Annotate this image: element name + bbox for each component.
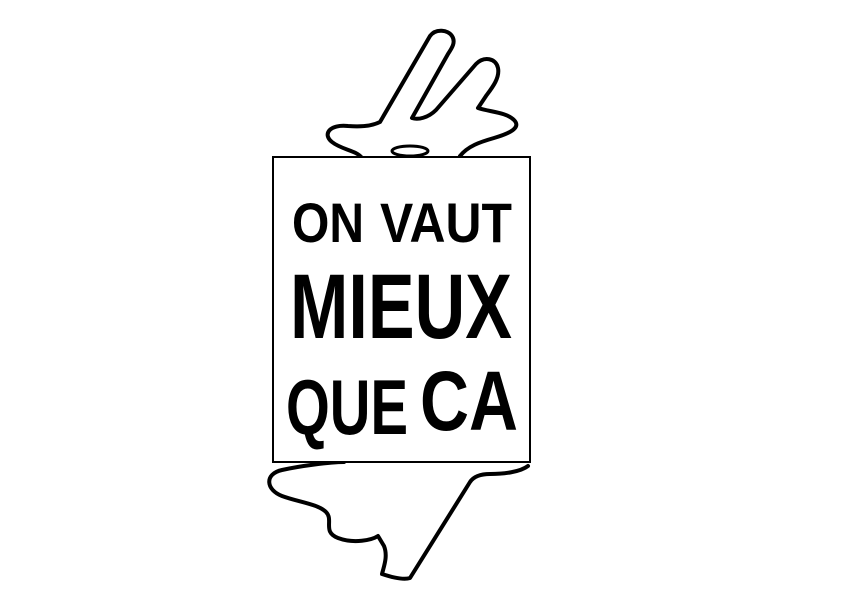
canvas: ON VAUT MIEUX QUE CA [0, 0, 842, 616]
slogan-word-on: ON [292, 191, 364, 254]
logo-notch [390, 144, 430, 158]
slogan-word-ca: CA [420, 354, 518, 448]
slogan-word-que: QUE [286, 363, 408, 451]
slogan-word-vaut: VAUT [380, 191, 512, 254]
slogan-word-mieux: MIEUX [290, 256, 512, 358]
hashtag-outline-top [325, 28, 519, 160]
hashtag-outline-bottom [267, 460, 530, 581]
hashtag-logo: ON VAUT MIEUX QUE CA [267, 28, 531, 581]
